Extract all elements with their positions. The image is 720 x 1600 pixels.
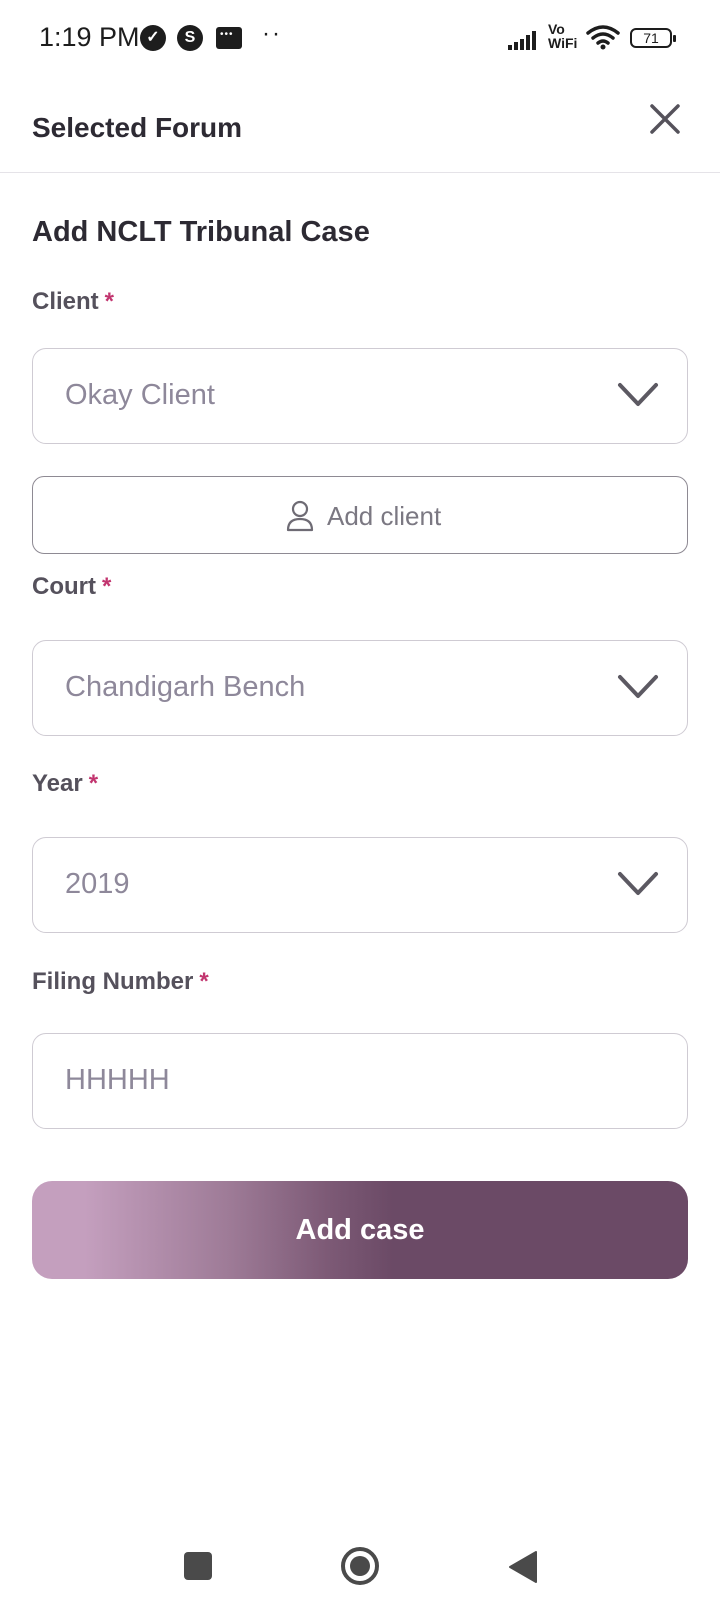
required-marker: * (101, 573, 112, 600)
form-title: Add NCLT Tribunal Case (32, 216, 370, 248)
vowifi-bottom: WiFi (548, 35, 578, 51)
year-label: Year * (32, 770, 98, 798)
chevron-down-icon (618, 383, 658, 406)
message-icon (216, 27, 242, 49)
filing-number-label-text: Filing Number (32, 968, 194, 995)
wifi-icon (586, 25, 620, 50)
court-label-text: Court (32, 573, 96, 600)
battery-icon: 71 (630, 28, 676, 48)
required-marker: * (104, 288, 115, 315)
recents-icon[interactable] (184, 1552, 212, 1580)
filing-number-value: HHHHH (65, 1064, 170, 1096)
skype-icon: S (177, 25, 203, 51)
check-circle-icon: ✓ (140, 25, 166, 51)
status-bar: 1:19 PM ✓ S ·· Vo WiFi 71 (0, 0, 720, 80)
add-case-button[interactable]: Add case (32, 1181, 688, 1279)
signal-icon (508, 30, 542, 50)
chevron-down-icon (618, 675, 658, 698)
client-label: Client * (32, 288, 114, 316)
add-client-label: Add client (327, 501, 442, 531)
page-title: Selected Forum (32, 112, 243, 143)
required-marker: * (88, 770, 99, 797)
header: Selected Forum (0, 80, 720, 173)
court-select-value: Chandigarh Bench (65, 671, 306, 703)
add-client-button[interactable]: Add client (32, 476, 688, 554)
status-time: 1:19 PM (39, 22, 140, 52)
required-marker: * (199, 968, 209, 995)
navigation-bar (0, 1500, 720, 1600)
client-label-text: Client (32, 288, 99, 315)
add-case-label: Add case (295, 1214, 425, 1246)
court-select[interactable]: Chandigarh Bench (32, 640, 688, 736)
filing-number-label: Filing Number * (32, 968, 209, 996)
chevron-down-icon (618, 872, 658, 895)
user-icon (286, 500, 314, 532)
year-select[interactable]: 2019 (32, 837, 688, 933)
vowifi-indicator: Vo WiFi (548, 22, 577, 50)
back-icon[interactable] (508, 1550, 538, 1584)
vowifi-top: Vo (548, 21, 565, 37)
client-select[interactable]: Okay Client (32, 348, 688, 444)
client-select-value: Okay Client (65, 379, 215, 411)
home-icon[interactable] (340, 1546, 380, 1586)
more-notifications-icon: ·· (262, 20, 282, 47)
filing-number-input[interactable]: HHHHH (32, 1033, 688, 1129)
year-select-value: 2019 (65, 868, 130, 900)
court-label: Court * (32, 573, 111, 601)
close-icon[interactable] (646, 100, 684, 138)
year-label-text: Year (32, 770, 83, 797)
